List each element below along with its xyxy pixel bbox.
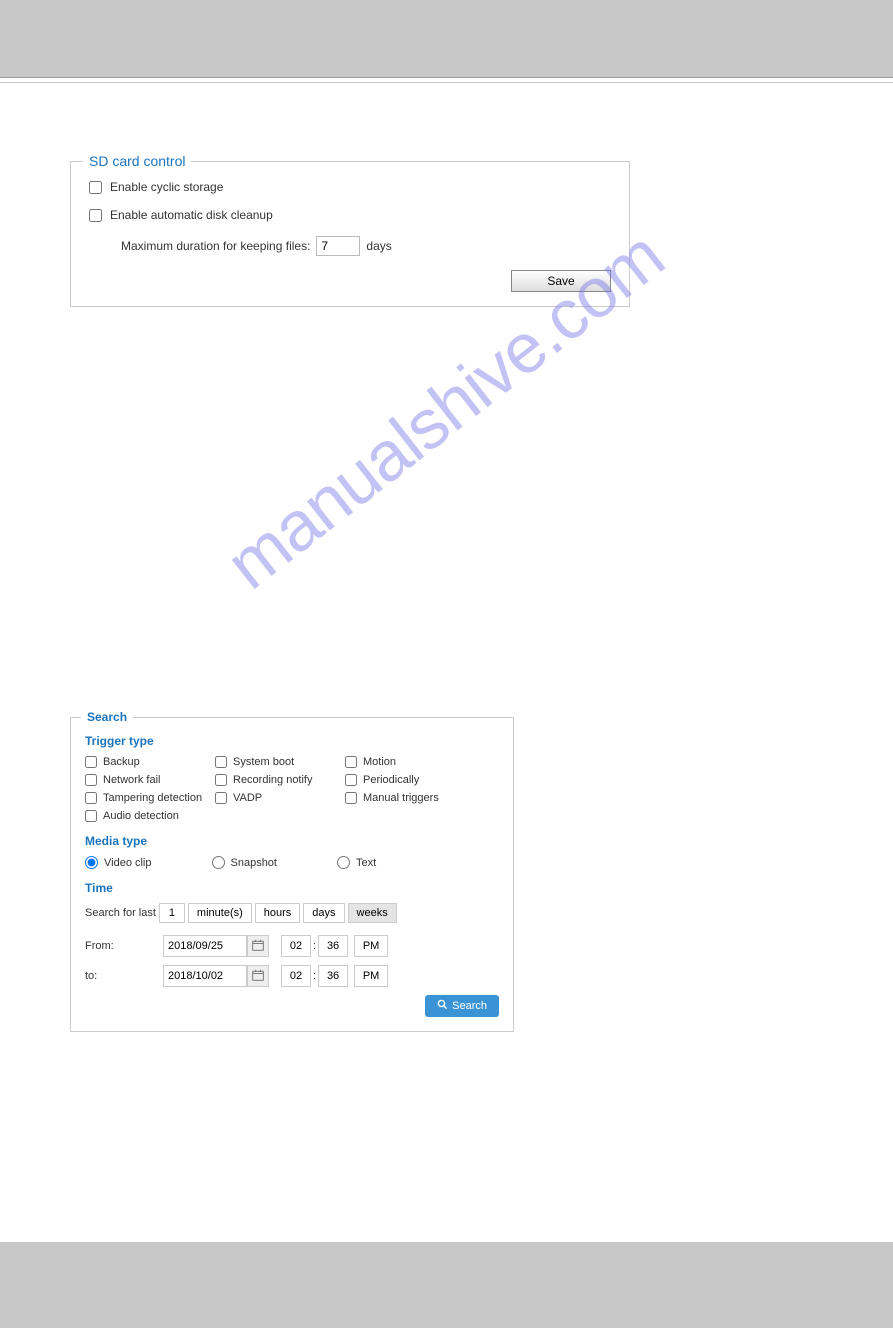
search-for-last-label: Search for last bbox=[85, 907, 156, 919]
to-calendar-button[interactable] bbox=[247, 965, 269, 987]
trigger-backup-checkbox[interactable] bbox=[85, 756, 97, 768]
colon: : bbox=[313, 940, 316, 952]
sd-card-control-panel: SD card control Enable cyclic storage En… bbox=[70, 161, 630, 307]
search-icon bbox=[437, 999, 448, 1013]
media-text-radio[interactable] bbox=[337, 856, 350, 869]
trigger-motion-label: Motion bbox=[363, 756, 396, 768]
media-snapshot-label: Snapshot bbox=[231, 857, 277, 869]
from-date-input[interactable] bbox=[163, 935, 247, 957]
trigger-systemboot-label: System boot bbox=[233, 756, 294, 768]
trigger-periodically-checkbox[interactable] bbox=[345, 774, 357, 786]
unit-days-button[interactable]: days bbox=[303, 903, 344, 923]
to-date-input[interactable] bbox=[163, 965, 247, 987]
max-duration-label: Maximum duration for keeping files: bbox=[121, 239, 310, 253]
trigger-motion-checkbox[interactable] bbox=[345, 756, 357, 768]
search-panel: Search Trigger type Backup System boot M… bbox=[70, 717, 514, 1032]
trigger-audio-checkbox[interactable] bbox=[85, 810, 97, 822]
enable-cyclic-label: Enable cyclic storage bbox=[110, 180, 223, 194]
media-video-radio[interactable] bbox=[85, 856, 98, 869]
calendar-icon bbox=[252, 969, 264, 984]
to-label: to: bbox=[85, 970, 163, 982]
search-legend: Search bbox=[81, 710, 133, 724]
footer-bar bbox=[0, 1242, 893, 1328]
trigger-manual-label: Manual triggers bbox=[363, 792, 439, 804]
trigger-recnotify-checkbox[interactable] bbox=[215, 774, 227, 786]
trigger-networkfail-checkbox[interactable] bbox=[85, 774, 97, 786]
unit-hours-button[interactable]: hours bbox=[255, 903, 301, 923]
from-calendar-button[interactable] bbox=[247, 935, 269, 957]
trigger-tampering-checkbox[interactable] bbox=[85, 792, 97, 804]
media-video-label: Video clip bbox=[104, 857, 152, 869]
save-button[interactable]: Save bbox=[511, 270, 611, 292]
from-minute-input[interactable] bbox=[318, 935, 348, 957]
trigger-networkfail-label: Network fail bbox=[103, 774, 160, 786]
calendar-icon bbox=[252, 939, 264, 954]
colon: : bbox=[313, 970, 316, 982]
search-for-last-input[interactable] bbox=[159, 903, 185, 923]
search-button-label: Search bbox=[452, 1000, 487, 1012]
trigger-manual-checkbox[interactable] bbox=[345, 792, 357, 804]
to-ampm-input[interactable] bbox=[354, 965, 388, 987]
max-duration-input[interactable] bbox=[316, 236, 360, 256]
search-button[interactable]: Search bbox=[425, 995, 499, 1017]
enable-cyclic-checkbox[interactable] bbox=[89, 181, 102, 194]
trigger-periodically-label: Periodically bbox=[363, 774, 419, 786]
enable-cleanup-label: Enable automatic disk cleanup bbox=[110, 208, 273, 222]
sd-legend: SD card control bbox=[83, 153, 191, 169]
unit-weeks-button[interactable]: weeks bbox=[348, 903, 397, 923]
to-hour-input[interactable] bbox=[281, 965, 311, 987]
trigger-audio-label: Audio detection bbox=[103, 810, 179, 822]
trigger-recnotify-label: Recording notify bbox=[233, 774, 313, 786]
trigger-vadp-label: VADP bbox=[233, 792, 262, 804]
media-type-title: Media type bbox=[85, 834, 499, 848]
from-label: From: bbox=[85, 940, 163, 952]
trigger-grid: Backup System boot Motion Network fail R… bbox=[85, 756, 499, 822]
trigger-systemboot-checkbox[interactable] bbox=[215, 756, 227, 768]
trigger-vadp-checkbox[interactable] bbox=[215, 792, 227, 804]
trigger-tampering-label: Tampering detection bbox=[103, 792, 202, 804]
from-ampm-input[interactable] bbox=[354, 935, 388, 957]
trigger-backup-label: Backup bbox=[103, 756, 140, 768]
unit-minutes-button[interactable]: minute(s) bbox=[188, 903, 252, 923]
enable-cleanup-checkbox[interactable] bbox=[89, 209, 102, 222]
time-title: Time bbox=[85, 881, 499, 895]
trigger-type-title: Trigger type bbox=[85, 734, 499, 748]
from-hour-input[interactable] bbox=[281, 935, 311, 957]
max-duration-unit: days bbox=[366, 239, 391, 253]
to-minute-input[interactable] bbox=[318, 965, 348, 987]
header-bar bbox=[0, 0, 893, 78]
media-snapshot-radio[interactable] bbox=[212, 856, 225, 869]
media-text-label: Text bbox=[356, 857, 376, 869]
